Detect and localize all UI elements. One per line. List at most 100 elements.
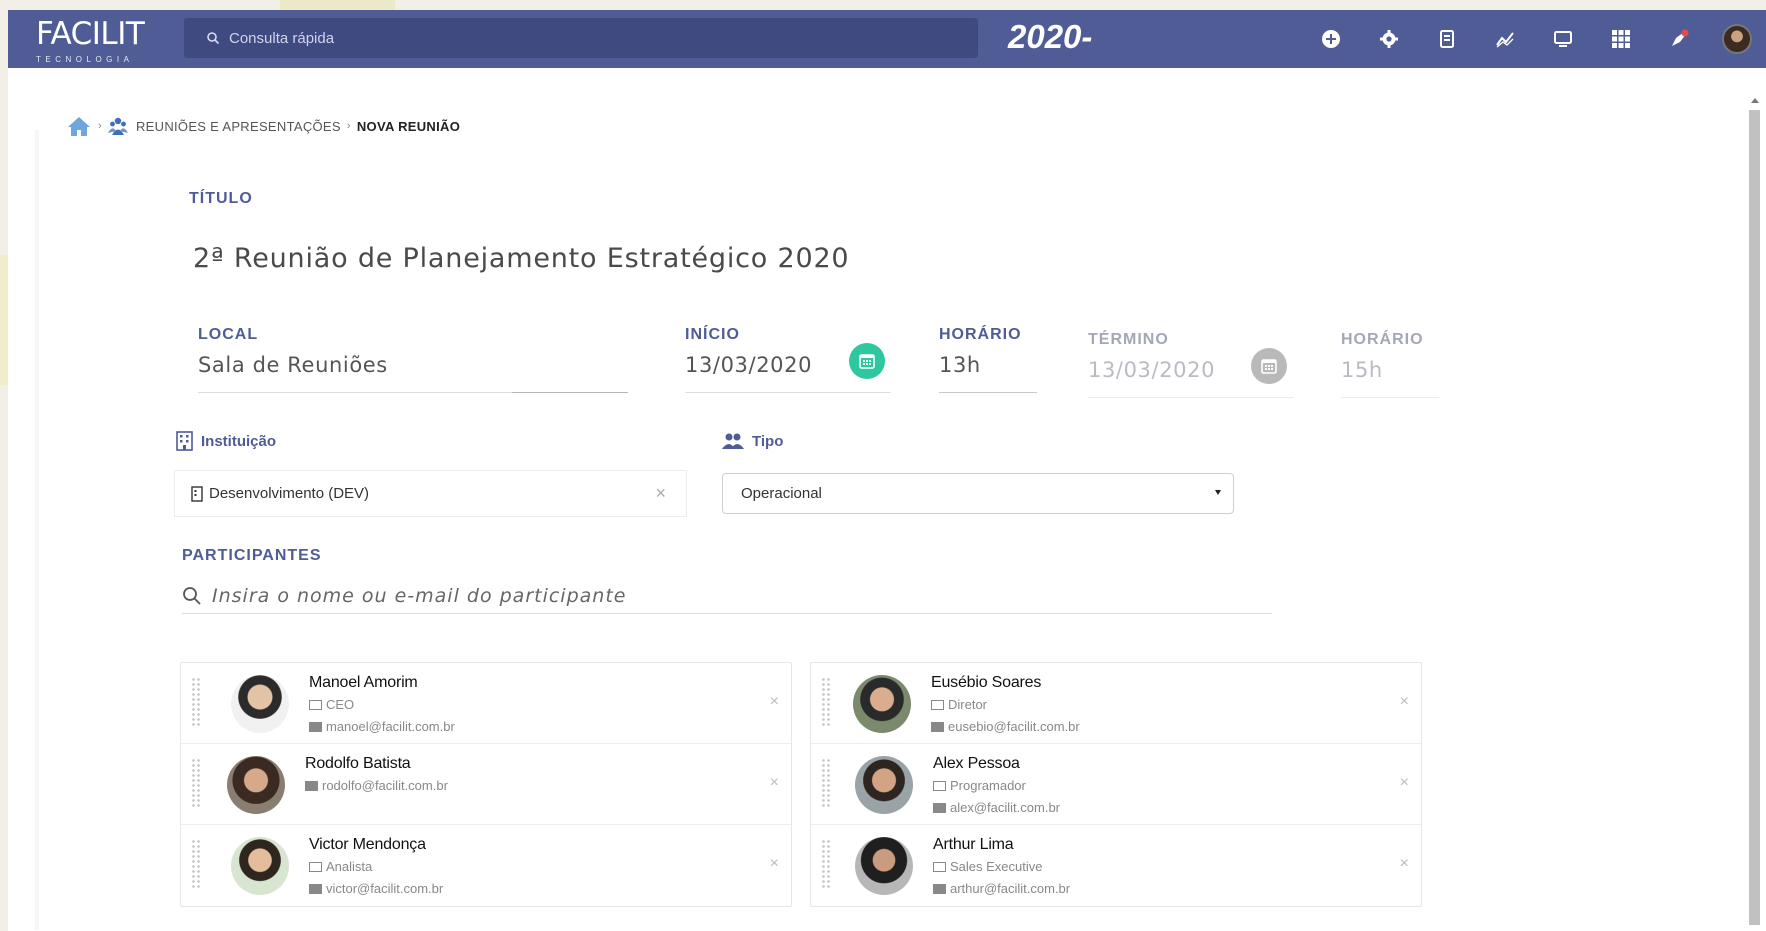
end-time-underline (1341, 397, 1439, 398)
participant-role-line: CEO (309, 697, 354, 712)
local-underline-accent (512, 392, 628, 393)
participant-card[interactable]: Victor Mendonça Analista victor@facilit.… (181, 825, 791, 906)
search-icon (207, 32, 220, 45)
end-time-field[interactable]: 15h (1341, 358, 1383, 382)
scrollbar[interactable] (1743, 68, 1766, 931)
end-date-field[interactable]: 13/03/2020 (1088, 358, 1215, 382)
drag-handle[interactable] (191, 758, 201, 808)
remove-participant-icon[interactable]: × (770, 774, 779, 792)
participant-role-line: Diretor (931, 697, 987, 712)
building-icon (176, 431, 193, 451)
participant-card[interactable]: Alex Pessoa Programador alex@facilit.com… (811, 744, 1421, 825)
participant-photo (855, 756, 913, 814)
chevron-down-icon (1215, 490, 1221, 495)
chart-line-icon[interactable] (1476, 10, 1534, 68)
participant-search[interactable] (182, 578, 1272, 614)
building-icon (191, 485, 203, 502)
settings-icon[interactable] (1360, 10, 1418, 68)
start-date-underline (685, 392, 891, 393)
participant-role-line: Sales Executive (933, 859, 1043, 874)
breadcrumb: › REUNIÕES E APRESENTAÇÕES › NOVA REUNIÃ… (66, 115, 460, 137)
user-avatar[interactable] (1708, 10, 1766, 68)
participant-list-left: Manoel Amorim CEO manoel@facilit.com.br … (180, 662, 792, 907)
participant-email-line: alex@facilit.com.br (933, 800, 1060, 815)
remove-participant-icon[interactable]: × (770, 693, 779, 711)
institution-select[interactable]: Desenvolvimento (DEV) × (174, 470, 687, 517)
id-card-icon (933, 780, 946, 791)
quick-search-bar[interactable] (184, 18, 978, 58)
type-select[interactable]: Operacional (722, 473, 1234, 514)
breadcrumb-section[interactable]: REUNIÕES E APRESENTAÇÕES (136, 119, 341, 134)
participant-list-right: Eusébio Soares Diretor eusebio@facilit.c… (810, 662, 1422, 907)
clear-institution-icon[interactable]: × (655, 483, 666, 504)
participant-email-line: rodolfo@facilit.com.br (305, 778, 448, 793)
rocket-notification-icon[interactable] (1650, 10, 1708, 68)
remove-participant-icon[interactable]: × (1400, 774, 1409, 792)
participant-email-line: eusebio@facilit.com.br (931, 719, 1080, 734)
local-label: LOCAL (198, 326, 259, 343)
start-time-label: HORÁRIO (939, 326, 1022, 343)
scrollbar-thumb[interactable] (1749, 110, 1760, 925)
participant-role-line: Analista (309, 859, 372, 874)
title-label: TÍTULO (189, 190, 253, 207)
mail-icon (305, 780, 318, 791)
monitor-icon[interactable] (1534, 10, 1592, 68)
institution-label: Instituição (201, 432, 277, 450)
drag-handle[interactable] (821, 677, 831, 727)
participant-card[interactable]: Eusébio Soares Diretor eusebio@facilit.c… (811, 663, 1421, 744)
users-icon (722, 433, 744, 449)
breadcrumb-separator: › (98, 120, 102, 132)
app-logo[interactable]: FACILIT TECNOLOGIA (8, 10, 180, 68)
title-field[interactable]: 2ª Reunião de Planejamento Estratégico 2… (193, 243, 849, 274)
year-selector[interactable]: 2020- (1008, 18, 1092, 56)
document-icon[interactable] (1418, 10, 1476, 68)
avatar-image (1722, 24, 1752, 54)
start-date-field[interactable]: 13/03/2020 (685, 353, 812, 377)
remove-participant-icon[interactable]: × (770, 855, 779, 873)
home-icon[interactable] (66, 115, 92, 137)
drag-handle[interactable] (191, 839, 201, 889)
drag-handle[interactable] (821, 758, 831, 808)
top-navigation-bar: FACILIT TECNOLOGIA 2020- (8, 10, 1766, 68)
participant-name: Manoel Amorim (309, 674, 418, 691)
type-value: Operacional (741, 485, 822, 502)
participant-email: manoel@facilit.com.br (326, 719, 455, 734)
participant-email-line: arthur@facilit.com.br (933, 881, 1070, 896)
participant-email: arthur@facilit.com.br (950, 881, 1071, 896)
participant-photo (231, 675, 289, 733)
participant-name: Alex Pessoa (933, 755, 1020, 772)
participant-photo (227, 756, 285, 814)
end-date-underline (1088, 397, 1294, 398)
participant-name: Rodolfo Batista (305, 755, 411, 772)
id-card-icon (309, 699, 322, 710)
end-date-calendar-button[interactable] (1251, 348, 1287, 384)
participant-card[interactable]: Manoel Amorim CEO manoel@facilit.com.br … (181, 663, 791, 744)
quick-search-input[interactable] (229, 29, 929, 47)
start-date-calendar-button[interactable] (849, 343, 885, 379)
add-circle-icon[interactable] (1302, 10, 1360, 68)
mail-icon (309, 721, 322, 732)
participant-email-line: manoel@facilit.com.br (309, 719, 455, 734)
remove-participant-icon[interactable]: × (1400, 693, 1409, 711)
participant-role: Diretor (948, 697, 988, 712)
participant-photo (853, 675, 911, 733)
participant-name: Arthur Lima (933, 836, 1014, 853)
calendar-icon (1261, 359, 1277, 374)
participant-role: CEO (326, 697, 355, 712)
start-time-field[interactable]: 13h (939, 353, 981, 377)
drag-handle[interactable] (821, 839, 831, 889)
type-label-group: Tipo (722, 432, 783, 450)
apps-grid-icon[interactable] (1592, 10, 1650, 68)
participant-card[interactable]: Rodolfo Batista rodolfo@facilit.com.br × (181, 744, 791, 825)
drag-handle[interactable] (191, 677, 201, 727)
calendar-icon (859, 354, 875, 369)
logo-subtitle: TECNOLOGIA (36, 55, 134, 64)
remove-participant-icon[interactable]: × (1400, 855, 1409, 873)
scroll-up-arrow[interactable] (1751, 98, 1759, 103)
start-date-label: INÍCIO (685, 326, 740, 343)
participant-email: alex@facilit.com.br (950, 800, 1061, 815)
participant-card[interactable]: Arthur Lima Sales Executive arthur@facil… (811, 825, 1421, 906)
meeting-group-icon[interactable] (107, 116, 128, 136)
local-field[interactable]: Sala de Reuniões (198, 353, 388, 377)
participant-search-input[interactable] (212, 584, 1212, 607)
